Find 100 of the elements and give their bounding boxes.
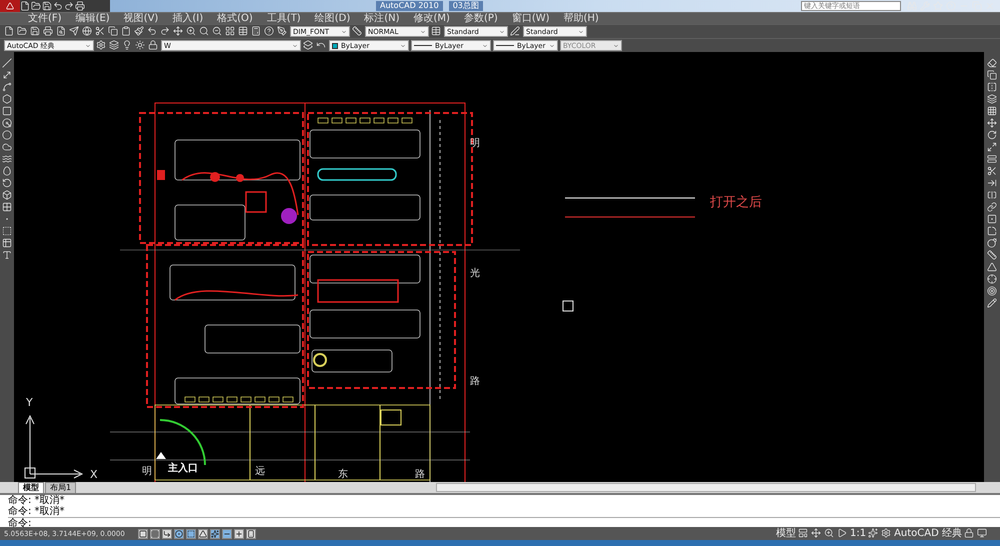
- menu-item[interactable]: 帮助(H): [564, 13, 599, 24]
- layers-icon[interactable]: [109, 40, 119, 50]
- block-icon[interactable]: [2, 190, 12, 200]
- fillet-icon[interactable]: [986, 226, 996, 236]
- region-icon[interactable]: [2, 226, 12, 236]
- save-icon[interactable]: [30, 26, 40, 36]
- polyline-icon[interactable]: [2, 82, 12, 92]
- printer-icon[interactable]: [43, 26, 53, 36]
- model-space-label[interactable]: 模型: [776, 528, 796, 539]
- move-icon[interactable]: [986, 118, 996, 128]
- center-icon[interactable]: [986, 274, 996, 284]
- bulb-icon[interactable]: [122, 40, 132, 50]
- app-menu-button[interactable]: [0, 0, 20, 12]
- annotation-scale[interactable]: 1:1: [850, 528, 866, 539]
- menu-item[interactable]: 插入(I): [172, 13, 204, 24]
- menu-item[interactable]: 格式(O): [217, 13, 253, 24]
- hatch-icon[interactable]: [2, 202, 12, 212]
- lock-icon[interactable]: [964, 528, 974, 538]
- monitor-icon[interactable]: [977, 528, 987, 538]
- eraser-icon[interactable]: [986, 58, 996, 68]
- caret-icon[interactable]: [549, 42, 555, 48]
- quick-properties-icon[interactable]: [246, 528, 256, 538]
- menu-item[interactable]: 工具(T): [266, 13, 301, 24]
- text-style-icon[interactable]: [277, 26, 287, 36]
- save-icon[interactable]: [42, 0, 52, 10]
- zoom-icon[interactable]: [186, 26, 196, 36]
- angle-icon[interactable]: [986, 262, 996, 272]
- paste-icon[interactable]: [121, 26, 131, 36]
- layer-previous-icon[interactable]: [316, 40, 326, 50]
- zoom-out-icon[interactable]: [212, 26, 222, 36]
- cloud-icon[interactable]: [2, 142, 12, 152]
- leader-style-icon[interactable]: [510, 26, 520, 36]
- menu-item[interactable]: 参数(P): [464, 13, 498, 24]
- snap-icon[interactable]: [138, 528, 148, 538]
- polar-icon[interactable]: [174, 528, 184, 538]
- caret-icon[interactable]: [613, 42, 619, 48]
- polygon-icon[interactable]: [2, 94, 12, 104]
- redo-icon[interactable]: [64, 0, 74, 10]
- menu-item[interactable]: 标注(N): [364, 13, 400, 24]
- caret-icon[interactable]: [292, 42, 298, 48]
- showmotion-icon[interactable]: [836, 528, 847, 538]
- layout-icon[interactable]: [798, 528, 808, 538]
- table-icon[interactable]: [2, 238, 12, 248]
- rectangle-icon[interactable]: [2, 106, 12, 116]
- rotate-icon[interactable]: [986, 130, 996, 140]
- dim-style-icon[interactable]: [352, 26, 362, 36]
- pencil-icon[interactable]: [986, 298, 996, 308]
- menu-item[interactable]: 编辑(E): [76, 13, 110, 24]
- circle-icon[interactable]: [2, 130, 12, 140]
- new-file-icon[interactable]: [20, 0, 30, 10]
- search-icon[interactable]: [199, 26, 209, 36]
- brush-icon[interactable]: [134, 26, 144, 36]
- star-icon[interactable]: [933, 0, 943, 10]
- pan-icon[interactable]: [810, 528, 821, 538]
- table-icon[interactable]: [238, 26, 248, 36]
- target-icon[interactable]: [986, 286, 996, 296]
- copy-icon[interactable]: [986, 70, 996, 80]
- mirror-icon[interactable]: [986, 82, 996, 92]
- sun-icon[interactable]: [135, 40, 145, 50]
- layout-tab[interactable]: 布局1: [45, 482, 76, 494]
- menu-item[interactable]: 视图(V): [124, 13, 158, 24]
- menu-item[interactable]: 窗口(W): [512, 13, 550, 24]
- lock-icon[interactable]: [148, 40, 158, 50]
- dimension-icon[interactable]: [986, 250, 996, 260]
- caret-icon[interactable]: [420, 28, 426, 34]
- caret-icon[interactable]: [341, 28, 347, 34]
- gear-icon[interactable]: [881, 528, 892, 538]
- menu-item[interactable]: 修改(M): [414, 13, 450, 24]
- layer-icon[interactable]: [303, 40, 313, 50]
- printer-icon[interactable]: [75, 0, 85, 10]
- spline-icon[interactable]: [2, 154, 12, 164]
- workspace-label[interactable]: AutoCAD 经典: [894, 528, 962, 539]
- join-icon[interactable]: [986, 202, 996, 212]
- undo-icon[interactable]: [147, 26, 157, 36]
- menu-item[interactable]: 文件(F): [28, 13, 62, 24]
- undo-icon[interactable]: [53, 0, 63, 10]
- cut-icon[interactable]: [95, 26, 105, 36]
- pan-icon[interactable]: [173, 26, 183, 36]
- copy-icon[interactable]: [108, 26, 118, 36]
- caret-icon[interactable]: [499, 28, 505, 34]
- caret-icon[interactable]: [400, 42, 406, 48]
- redo-icon[interactable]: [160, 26, 170, 36]
- scale-icon[interactable]: [986, 142, 996, 152]
- trim-icon[interactable]: [986, 166, 996, 176]
- calculator-icon[interactable]: [251, 26, 261, 36]
- menu-item[interactable]: 绘图(D): [314, 13, 350, 24]
- table-style-icon[interactable]: [431, 26, 441, 36]
- folder-icon[interactable]: [17, 26, 27, 36]
- preview-icon[interactable]: [56, 26, 66, 36]
- zoom-icon[interactable]: [824, 528, 834, 538]
- line-icon[interactable]: [2, 58, 12, 68]
- caret-icon[interactable]: [85, 42, 91, 48]
- otrack-icon[interactable]: [198, 528, 208, 538]
- extend-icon[interactable]: [986, 178, 996, 188]
- ray-icon[interactable]: [2, 70, 12, 80]
- text-icon[interactable]: [2, 250, 12, 260]
- globe-icon[interactable]: [82, 26, 92, 36]
- grid-icon[interactable]: [150, 528, 160, 538]
- layout-tab[interactable]: 模型: [18, 482, 44, 494]
- caret-icon[interactable]: [482, 42, 488, 48]
